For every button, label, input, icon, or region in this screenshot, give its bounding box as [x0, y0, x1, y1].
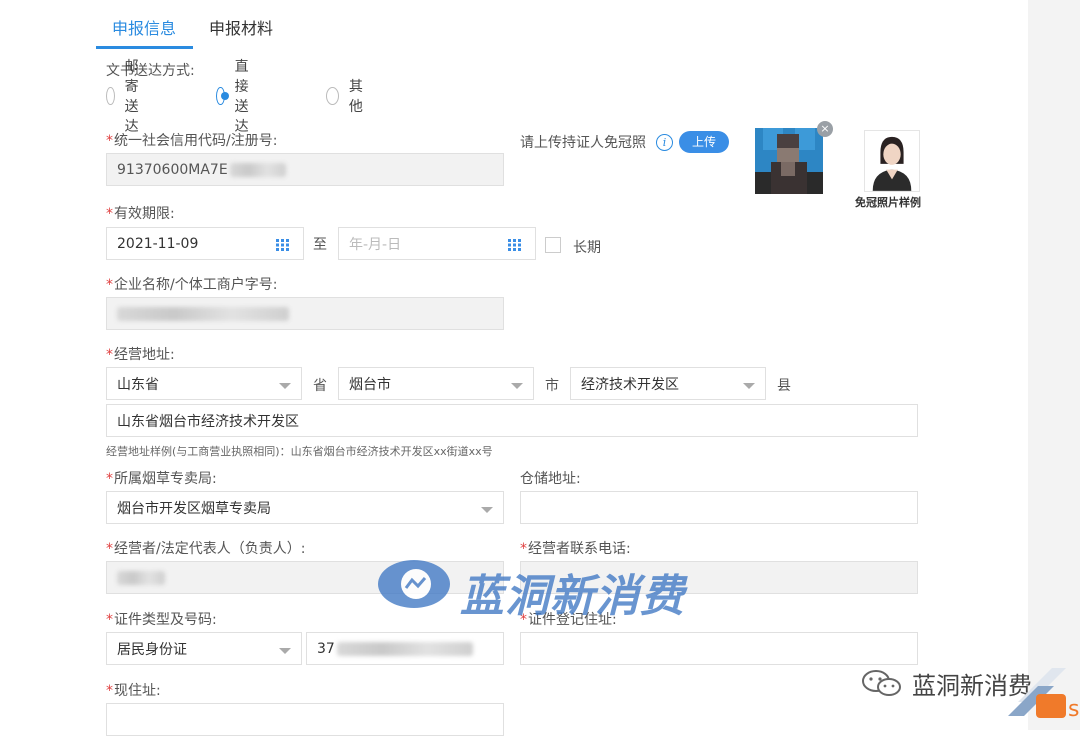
corner-brand-badge: 蓝洞新消费 s	[860, 660, 1080, 730]
credit-code-value: 91370600MA7E	[117, 161, 228, 178]
svg-text:s: s	[1068, 697, 1079, 722]
radio-label: 其他	[348, 79, 363, 115]
address-example-hint: 经营地址样例(与工商营业执照相同)：山东省烟台市经济技术开发区xx街道xx号	[106, 445, 493, 458]
id-number-value: 37	[317, 640, 335, 657]
operator-label: *经营者/法定代表人（负责人）:	[106, 541, 306, 557]
chevron-down-icon	[279, 383, 291, 389]
city-value: 烟台市	[349, 376, 391, 393]
tobacco-bureau-value: 烟台市开发区烟草专卖局	[117, 500, 271, 517]
redacted-blur	[336, 641, 473, 656]
chevron-down-icon	[511, 383, 523, 389]
id-type-select[interactable]: 居民身份证	[106, 632, 302, 665]
calendar-icon[interactable]	[275, 238, 291, 252]
radio-circle	[106, 87, 115, 105]
watermark-overlay: 蓝洞新消费	[376, 556, 706, 622]
radio-direct-delivery[interactable]: 直接送达	[216, 59, 258, 135]
chevron-down-icon	[279, 648, 291, 654]
tobacco-bureau-label: *所属烟草专卖局:	[106, 471, 217, 487]
calendar-icon[interactable]	[507, 238, 523, 252]
radio-circle	[326, 87, 339, 105]
validity-end-date-input[interactable]: 年-月-日	[338, 227, 536, 260]
sample-photo-image	[864, 130, 920, 192]
radio-label: 邮寄送达	[124, 59, 139, 135]
upload-button[interactable]: 上传	[679, 131, 729, 153]
active-tab-indicator	[96, 46, 193, 49]
remove-photo-close-icon[interactable]: ×	[817, 121, 833, 137]
county-unit-label: 县	[777, 378, 791, 394]
county-value: 经济技术开发区	[581, 376, 679, 393]
company-name-field[interactable]	[106, 297, 504, 330]
tobacco-bureau-select[interactable]: 烟台市开发区烟草专卖局	[106, 491, 504, 524]
corner-decoration-icon: s	[1008, 668, 1079, 722]
validity-start-date-input[interactable]: 2021-11-09	[106, 227, 304, 260]
province-unit-label: 省	[313, 378, 327, 394]
uploaded-photo[interactable]	[755, 128, 823, 194]
date-range-separator: 至	[313, 237, 327, 253]
province-value: 山东省	[117, 376, 159, 393]
tab-declaration-materials[interactable]: 申报材料	[209, 14, 273, 44]
credit-code-field[interactable]: 91370600MA7E	[106, 153, 504, 186]
long-term-checkbox[interactable]	[545, 237, 561, 253]
redacted-blur	[229, 162, 286, 177]
company-name-label: *企业名称/个体工商户字号:	[106, 277, 278, 293]
province-select[interactable]: 山东省	[106, 367, 302, 400]
city-select[interactable]: 烟台市	[338, 367, 534, 400]
address-detail-value: 山东省烟台市经济技术开发区	[117, 413, 299, 430]
watermark-text: 蓝洞新消费	[460, 571, 685, 622]
upload-photo-label: 请上传持证人免冠照	[520, 135, 646, 151]
radio-circle-selected	[216, 87, 229, 105]
radio-label: 直接送达	[234, 59, 249, 135]
storage-address-input[interactable]	[520, 491, 918, 524]
radio-other-delivery[interactable]: 其他	[326, 79, 368, 115]
tab-declaration-info[interactable]: 申报信息	[112, 14, 176, 44]
redacted-blur	[117, 306, 289, 321]
sample-photo-caption: 免冠照片样例	[855, 196, 921, 209]
validity-label: *有效期限:	[106, 206, 175, 222]
current-address-label: *现住址:	[106, 683, 161, 699]
chevron-down-icon	[481, 507, 493, 513]
address-detail-input[interactable]: 山东省烟台市经济技术开发区	[106, 404, 918, 437]
city-unit-label: 市	[545, 378, 559, 394]
page-gutter	[1028, 0, 1080, 730]
redacted-blur	[117, 570, 165, 585]
watermark-logo-icon	[378, 560, 450, 608]
credit-code-label: *统一社会信用代码/注册号:	[106, 133, 278, 149]
storage-address-label: 仓储地址:	[520, 471, 581, 487]
info-icon[interactable]: i	[656, 134, 673, 151]
id-type-value: 居民身份证	[117, 641, 187, 658]
id-number-input[interactable]: 37	[306, 632, 504, 665]
wechat-icon	[862, 670, 901, 696]
radio-mail-delivery[interactable]: 邮寄送达	[106, 59, 148, 135]
current-address-input[interactable]	[106, 703, 504, 736]
county-select[interactable]: 经济技术开发区	[570, 367, 766, 400]
validity-end-placeholder: 年-月-日	[349, 236, 402, 253]
long-term-label: 长期	[573, 240, 601, 256]
chevron-down-icon	[743, 383, 755, 389]
validity-start-value: 2021-11-09	[117, 235, 199, 252]
business-address-label: *经营地址:	[106, 347, 175, 363]
id-document-label: *证件类型及号码:	[106, 612, 217, 628]
delivery-method-label: 文书送达方式:	[106, 63, 195, 79]
id-address-input[interactable]	[520, 632, 918, 665]
